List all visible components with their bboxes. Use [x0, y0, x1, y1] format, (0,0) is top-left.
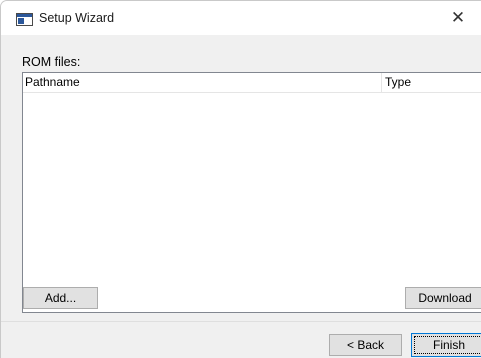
- title-bar: Setup Wizard ✕: [1, 1, 481, 35]
- close-icon[interactable]: ✕: [435, 1, 481, 35]
- rom-files-label: ROM files:: [22, 55, 81, 69]
- finish-button-label: Finish: [432, 338, 465, 352]
- window-title: Setup Wizard: [39, 11, 115, 25]
- rom-files-list[interactable]: Pathname Type: [22, 72, 481, 313]
- finish-button[interactable]: Finish: [411, 333, 481, 357]
- setup-wizard-window: Setup Wizard ✕ ROM files: Pathname Type …: [0, 0, 481, 358]
- list-header: Pathname Type: [23, 73, 481, 93]
- download-button[interactable]: Download: [405, 287, 481, 309]
- wizard-page: ROM files: Pathname Type: [1, 35, 481, 321]
- window-app-icon: [16, 13, 33, 26]
- column-header-type[interactable]: Type: [382, 73, 411, 92]
- column-header-pathname[interactable]: Pathname: [23, 73, 382, 92]
- add-button[interactable]: Add...: [23, 287, 98, 309]
- wizard-footer: [1, 321, 481, 358]
- back-button[interactable]: < Back: [329, 334, 402, 356]
